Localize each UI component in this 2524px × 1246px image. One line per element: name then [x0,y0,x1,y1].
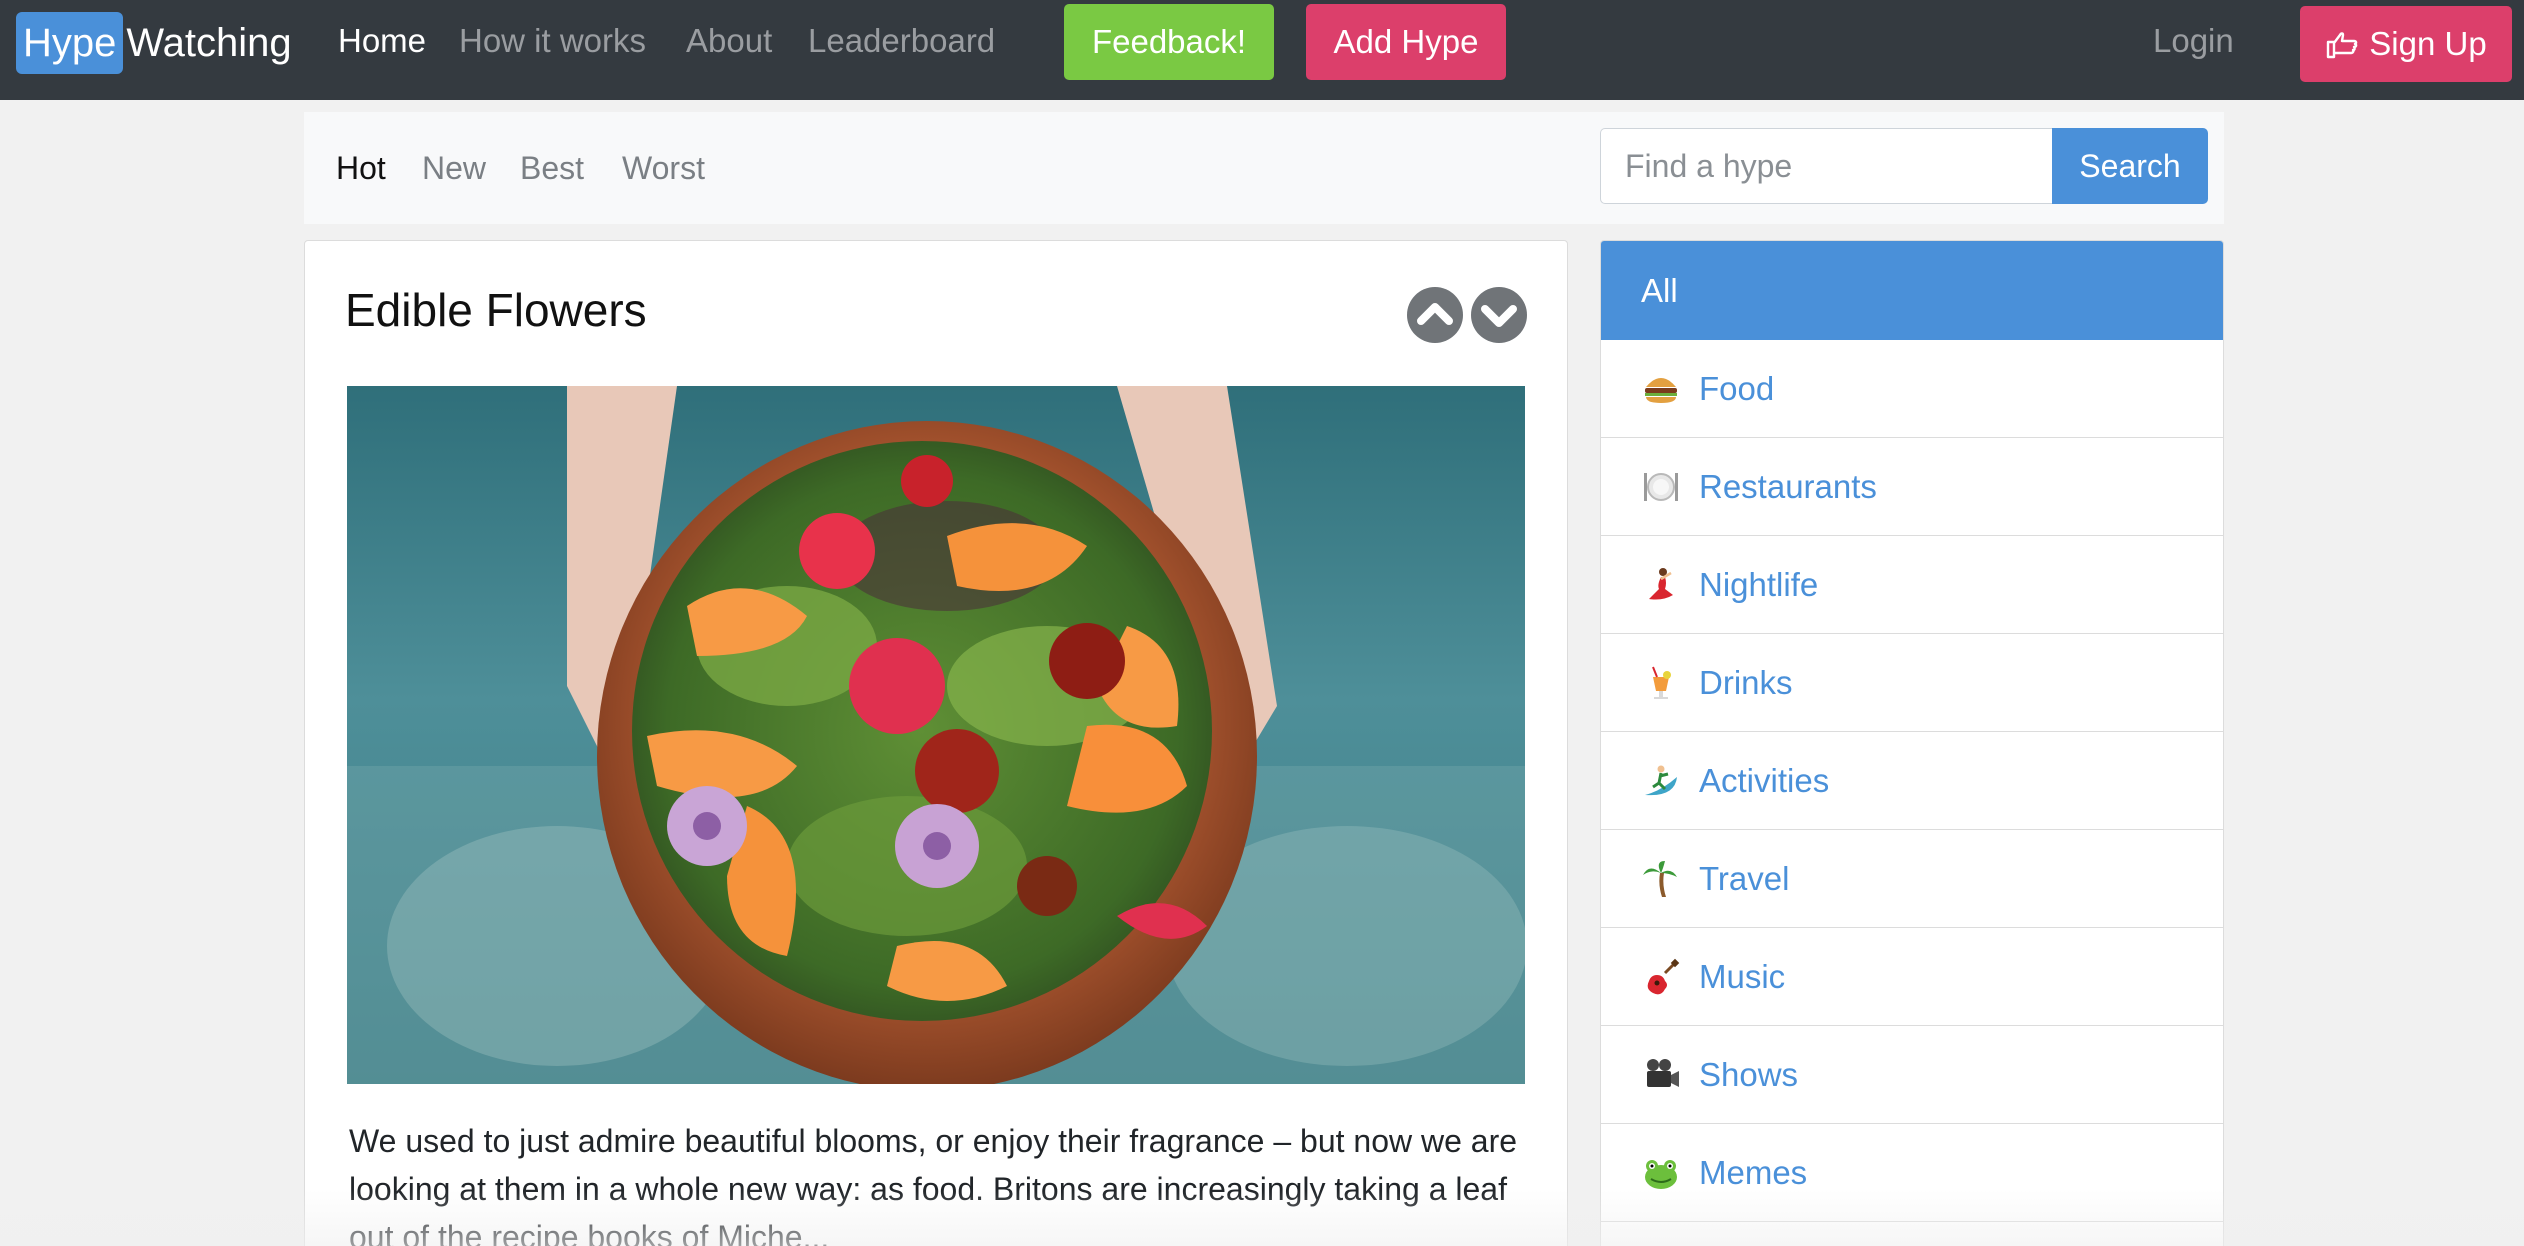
guitar-icon [1641,957,1681,997]
dancer-icon [1641,565,1681,605]
filter-best[interactable]: Best [520,150,584,187]
tropical-drink-icon [1641,663,1681,703]
category-all[interactable]: All [1601,241,2223,340]
category-restaurants[interactable]: Restaurants [1601,438,2223,536]
hand-pointing-icon [2327,32,2358,59]
category-label: Travel [1699,859,1790,897]
sign-up-button[interactable]: Sign Up [2300,6,2512,82]
frog-icon [1641,1153,1681,1193]
brand-hype-part: Hype [16,12,124,74]
downvote-button[interactable] [1471,287,1527,343]
category-label: Restaurants [1699,467,1877,505]
chevron-up-icon [1417,303,1453,325]
hamburger-icon [1641,369,1681,409]
post-title[interactable]: Edible Flowers [345,283,647,337]
filter-hot[interactable]: Hot [336,150,386,187]
chevron-down-icon [1481,305,1517,327]
category-food[interactable]: Food [1601,340,2223,438]
category-sidebar: All Food Restaurants Nightlife Drinks Ac… [1600,240,2224,1246]
category-music[interactable]: Music [1601,928,2223,1026]
category-label: Music [1699,957,1786,995]
brand-logo[interactable]: Hype Watching [16,12,292,74]
category-drinks[interactable]: Drinks [1601,634,2223,732]
filter-bar: Hot New Best Worst [304,112,2224,224]
category-label: Nightlife [1699,565,1819,603]
post-excerpt: We used to just admire beautiful blooms,… [349,1123,1518,1246]
nav-about-link[interactable]: About [686,22,772,60]
category-label: Drinks [1699,663,1793,701]
category-label: Memes [1699,1153,1808,1191]
brand-watching-part: Watching [126,20,292,65]
filter-worst[interactable]: Worst [622,150,705,187]
search-button[interactable]: Search [2052,128,2208,204]
nav-leaderboard-link[interactable]: Leaderboard [808,22,995,60]
category-shows[interactable]: Shows [1601,1026,2223,1124]
hype-post-card: Edible Flowers We used to just admire be… [304,240,1568,1246]
nav-home-link[interactable]: Home [338,22,426,60]
filter-new[interactable]: New [422,150,486,187]
movie-camera-icon [1641,1055,1681,1095]
plate-icon [1641,467,1681,507]
add-hype-button[interactable]: Add Hype [1306,4,1506,80]
sign-up-label: Sign Up [2369,25,2487,62]
category-activities[interactable]: Activities [1601,732,2223,830]
nav-how-it-works-link[interactable]: How it works [459,22,646,60]
category-label: All [1641,271,1678,309]
category-label: Food [1699,369,1775,407]
top-navbar: Hype Watching Home How it works About Le… [0,0,2524,100]
surfer-icon [1641,761,1681,801]
category-label: Activities [1699,761,1830,799]
palm-tree-icon [1641,859,1681,899]
category-memes[interactable]: Memes [1601,1124,2223,1222]
search-input[interactable] [1600,128,2052,204]
upvote-button[interactable] [1407,287,1463,343]
feedback-button[interactable]: Feedback! [1064,4,1274,80]
login-link[interactable]: Login [2153,22,2234,60]
category-label: Shows [1699,1055,1799,1093]
salad-bowl-photo [347,386,1525,1084]
category-travel[interactable]: Travel [1601,830,2223,928]
category-nightlife[interactable]: Nightlife [1601,536,2223,634]
post-image[interactable] [347,386,1525,1084]
